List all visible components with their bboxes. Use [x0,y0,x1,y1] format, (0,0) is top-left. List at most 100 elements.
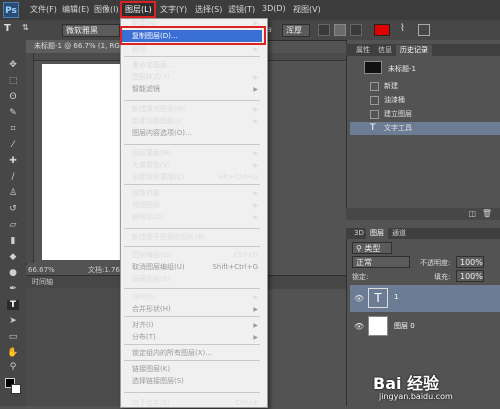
lasso-tool-icon[interactable]: ʘ [7,92,19,102]
blend-mode-select[interactable]: 正常 [352,256,410,268]
zoom-tool-icon[interactable]: ⚲ [7,362,19,372]
menu-item-shortcut: Ctrl+G [234,251,258,259]
clone-stamp-icon[interactable]: ♙ [7,188,19,198]
menu-item-label: 新建(N) [132,19,157,27]
document-tab[interactable]: 未标题-1 @ 66.7% (1, RGB [26,40,126,53]
tab-channels[interactable]: 通道 [388,228,410,239]
menu-filter[interactable]: 滤镜(T) [228,4,255,15]
brush-tool-icon[interactable]: ∕ [7,172,19,182]
document-canvas[interactable] [42,64,128,260]
trash-icon[interactable]: 🗑 [482,209,492,218]
layer-menu-item[interactable]: 隐藏图层(R) [122,274,262,285]
layer-menu-item[interactable]: 选择链接图层(S) [122,376,262,387]
opacity-field[interactable]: 100% [456,256,484,268]
layer-menu-item[interactable]: 向下合并(E) Ctrl+E [122,398,262,409]
menu-select[interactable]: 选择(S) [195,4,222,15]
menu-3d[interactable]: 3D(D) [262,4,286,13]
layer-menu-item[interactable]: 取消图层编组(U) Shift+Ctrl+G [122,262,262,273]
layer-name[interactable]: 图层 0 [394,321,415,331]
history-snapshot-label[interactable]: 未标题-1 [388,64,416,74]
blur-tool-icon[interactable]: ◆ [7,252,19,262]
layer-menu-item[interactable]: 图层样式(Y) ▶ [122,72,262,83]
layer-menu-item[interactable]: 链接图层(K) [122,364,262,375]
eraser-tool-icon[interactable]: ▱ [7,220,19,230]
layer-menu-item[interactable]: 栅格化(Z) ▶ [122,212,262,223]
hand-tool-icon[interactable]: ✋ [7,348,19,358]
move-tool-icon[interactable]: ✥ [7,60,19,70]
shape-tool-icon[interactable]: ▭ [7,332,19,342]
history-step[interactable]: 新建 [350,80,500,93]
layer-menu-item[interactable]: 图层内容选项(O)... [122,128,262,139]
layer-menu-item[interactable]: 新建调整图层(J) ▶ [122,116,262,127]
layer-menu-item[interactable]: 视频图层 ▶ [122,200,262,211]
tab-properties[interactable]: 属性 [352,45,374,56]
layer-row-text[interactable]: 👁 T 1 [350,285,500,312]
pen-tool-icon[interactable]: ✒ [7,284,19,294]
layer-menu-item[interactable]: 锁定组内的所有图层(X)... [122,348,262,359]
layer-menu-item[interactable]: 重命名图层... [122,60,262,71]
tab-layers[interactable]: 图层 [366,228,388,239]
history-step-active[interactable]: T 文字工具 [350,122,500,135]
layer-filter-select[interactable]: ⚲ 类型 [352,242,392,254]
layer-menu-item[interactable]: 图层蒙版(M) ▶ [122,148,262,159]
menu-layer[interactable]: 图层(L) [125,4,152,15]
background-color-swatch[interactable] [11,384,21,394]
menu-image[interactable]: 图像(I) [94,4,119,15]
new-snapshot-icon[interactable]: ◫ [468,209,476,218]
layer-menu-item[interactable]: 图层编组(G) Ctrl+G [122,250,262,261]
photoshop-logo: Ps [3,2,19,18]
history-snapshot-thumbnail[interactable] [364,61,382,74]
history-brush-icon[interactable]: ↺ [7,204,19,214]
menu-file[interactable]: 文件(F) [30,4,57,15]
menu-edit[interactable]: 编辑(E) [62,4,89,15]
crop-tool-icon[interactable]: ⌗ [7,124,19,134]
history-step[interactable]: 油漆桶 [350,94,500,107]
type-tool-icon[interactable]: T [7,300,19,310]
layer-menu-item[interactable]: 删除 ▶ [122,44,262,55]
history-step[interactable]: 建立图层 [350,108,500,121]
layer-menu-item[interactable]: 分布(T) ▶ [122,332,262,343]
healing-brush-icon[interactable]: ✚ [7,156,19,166]
layer-menu-item[interactable]: 智能对象 ▶ [122,188,262,199]
eyedropper-tool-icon[interactable]: ⁄ [7,140,19,150]
layer-menu-item[interactable]: 对齐(I) ▶ [122,320,262,331]
submenu-arrow-icon: ▶ [253,334,258,341]
eye-icon[interactable]: 👁 [354,294,364,303]
text-color-swatch[interactable] [374,24,390,36]
dodge-tool-icon[interactable]: ● [7,268,19,278]
menu-separator [124,288,260,289]
align-left-button[interactable] [318,24,330,36]
layer-menu-item[interactable]: 新建(N) ▶ [122,18,262,29]
layer-menu-item[interactable]: 新建基于图层的切片(B) [122,232,262,243]
layer-menu-item[interactable]: 智能滤镜 ▶ [122,84,262,95]
history-step-label: 文字工具 [384,124,412,132]
font-family-select[interactable]: 微软雅黑 [62,24,120,37]
menu-item-duplicate-layer[interactable]: 复制图层(D)... [122,30,262,42]
align-right-button[interactable] [350,24,362,36]
layer-menu-item[interactable]: 创建剪贴蒙版(C) Alt+Ctrl+G [122,172,262,183]
layer-row-pixel[interactable]: 👁 图层 0 [350,313,500,340]
warp-text-icon[interactable]: ⌇ [400,23,405,34]
eye-icon[interactable]: 👁 [354,322,364,331]
layer-menu-item[interactable]: 排列(A) ▶ [122,292,262,303]
quick-select-tool-icon[interactable]: ✎ [7,108,19,118]
layer-menu-item[interactable]: 新建填充图层(W) ▶ [122,104,262,115]
history-step-icon [370,82,379,91]
antialias-select[interactable]: 浑厚 [282,24,310,37]
fill-field[interactable]: 100% [456,270,484,282]
text-orientation-icon[interactable]: ⇅ [22,23,29,32]
layer-menu-item[interactable]: 矢量蒙版(V) ▶ [122,160,262,171]
menu-item-label: 取消图层编组(U) [132,263,185,271]
tab-info[interactable]: 信息 [374,45,396,56]
tab-history[interactable]: 历史记录 [396,45,432,56]
marquee-tool-icon[interactable]: ⬚ [7,76,19,86]
align-center-button[interactable] [334,24,346,36]
layer-name[interactable]: 1 [394,293,398,301]
gradient-tool-icon[interactable]: ▮ [7,236,19,246]
path-select-icon[interactable]: ➤ [7,316,19,326]
menu-type[interactable]: 文字(Y) [160,4,187,15]
layer-menu-item[interactable]: 合并形状(H) ▶ [122,304,262,315]
menu-view[interactable]: 视图(V) [293,4,321,15]
type-tool-preset-icon[interactable]: T [4,23,18,36]
character-panel-icon[interactable] [418,24,430,36]
